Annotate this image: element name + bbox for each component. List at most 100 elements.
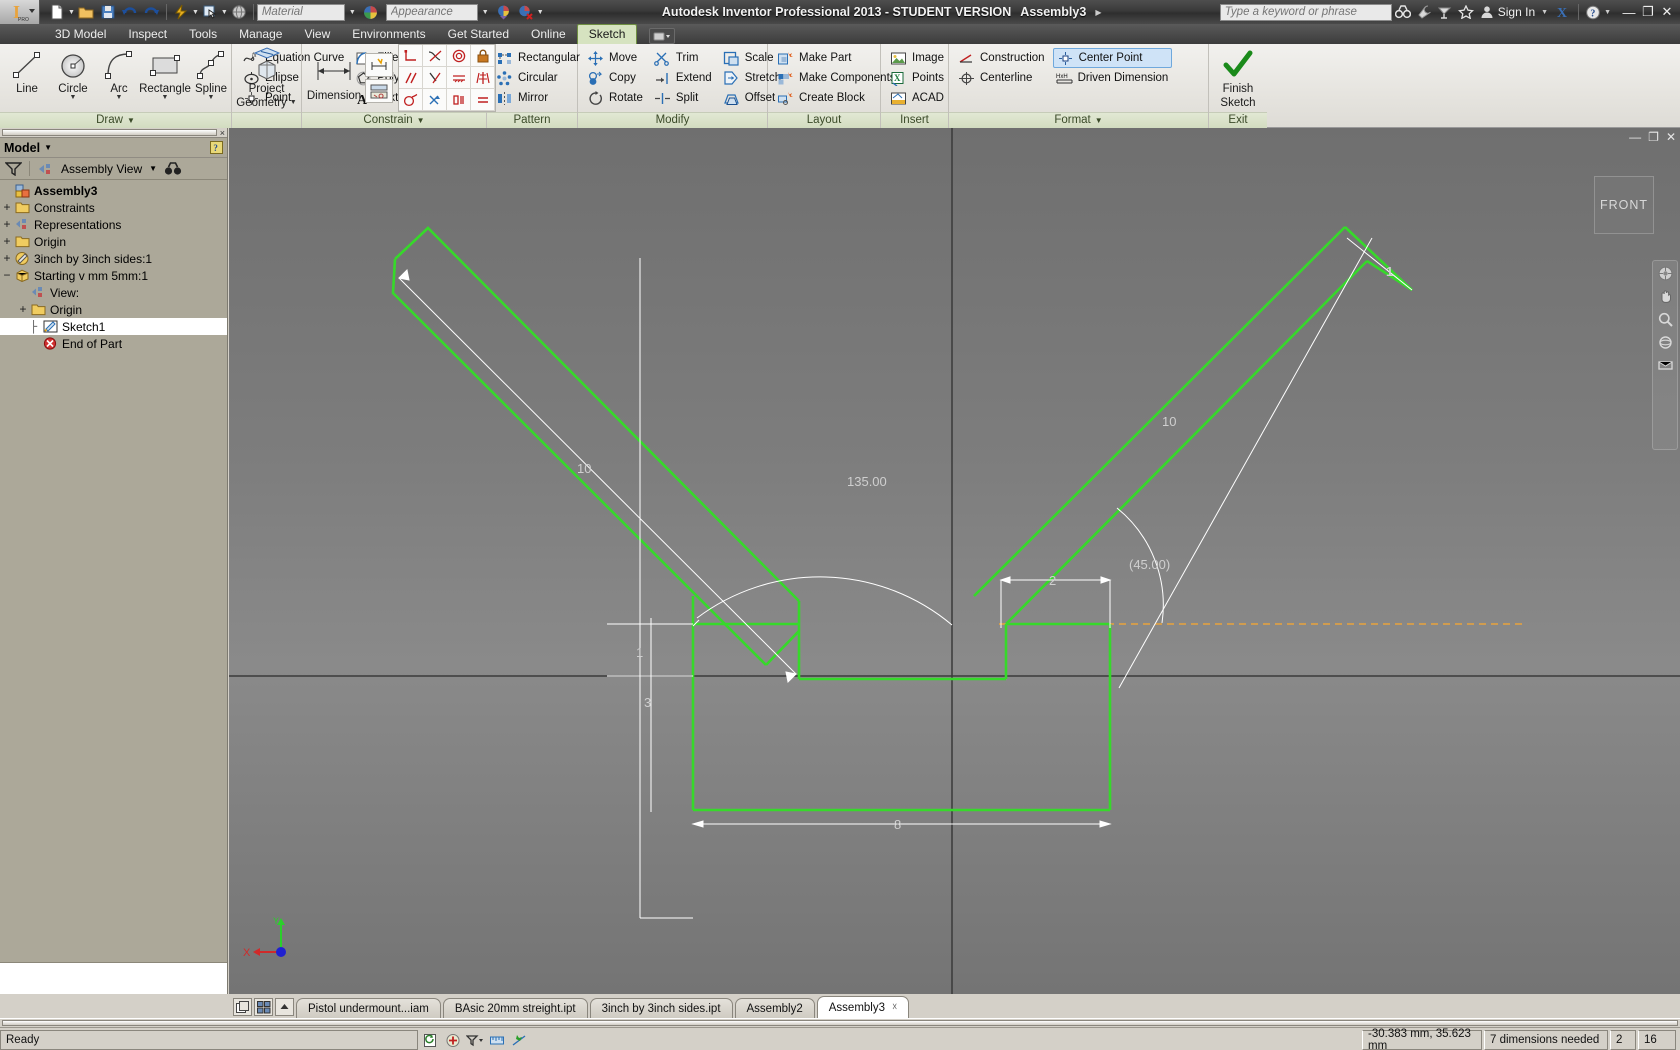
split-button[interactable]: Split (651, 88, 716, 108)
filter-icon[interactable] (464, 1030, 486, 1050)
spline-button[interactable]: Spline ▼ (188, 47, 234, 101)
tree-node-representations[interactable]: + Representations (0, 216, 227, 233)
update-button[interactable] (170, 2, 192, 22)
tree-node-3inch-sides[interactable]: + 3inch by 3inch sides:1 (0, 250, 227, 267)
rectangle-button[interactable]: Rectangle ▼ (139, 47, 191, 101)
graphics-minimize-button[interactable]: — (1629, 130, 1641, 144)
trim-button[interactable]: Trim (651, 48, 716, 68)
person-icon[interactable] (1477, 2, 1497, 22)
assembly-view-dropdown-icon[interactable]: ▼ (149, 164, 157, 173)
help-dropdown-icon[interactable]: ▼ (1604, 9, 1611, 16)
window-restore-button[interactable]: ❐ (1639, 3, 1657, 21)
undo-button[interactable] (119, 2, 141, 22)
window-minimize-button[interactable]: — (1620, 3, 1638, 21)
tree-expander[interactable]: − (0, 269, 14, 283)
tree-node-starting-v-mm[interactable]: − Starting v mm 5mm:1 (0, 267, 227, 284)
tree-node-sketch1[interactable]: ├ Sketch1 (0, 318, 227, 335)
wrench-icon[interactable] (1414, 2, 1434, 22)
finish-sketch-button[interactable]: Finish Sketch (1215, 47, 1261, 109)
graphics-restore-button[interactable]: ❐ (1648, 130, 1659, 144)
tree-expander[interactable]: + (0, 201, 14, 215)
panel-title-draw[interactable]: Draw ▼ (0, 112, 231, 128)
construction-button[interactable]: Construction (955, 48, 1049, 68)
title-overflow-icon[interactable]: ▶ (1095, 8, 1101, 17)
doc-tab-3inch-sides[interactable]: 3inch by 3inch sides.ipt (589, 998, 733, 1018)
browser-find-binoculars-icon[interactable] (164, 161, 182, 176)
auto-dimension-button[interactable] (365, 53, 393, 77)
tab-3d-model[interactable]: 3D Model (44, 25, 117, 44)
project-geometry-caret-icon[interactable]: ▼ (290, 99, 297, 106)
satellite-dish-icon[interactable] (1435, 2, 1455, 22)
open-file-button[interactable] (75, 2, 97, 22)
concentric-constraint-button[interactable] (447, 45, 471, 67)
measure-icon[interactable] (486, 1030, 508, 1050)
clear-appearance-button[interactable] (515, 2, 537, 22)
parameters-button[interactable] (228, 2, 250, 22)
material-field[interactable] (256, 3, 345, 21)
sign-in-dropdown-icon[interactable]: ▼ (1541, 9, 1548, 16)
panel-title-constrain[interactable]: Constrain ▼ (302, 112, 486, 128)
circle-caret-icon[interactable]: ▼ (70, 94, 77, 101)
smooth-constraint-button[interactable] (399, 89, 423, 111)
copy-button[interactable]: Copy (584, 68, 647, 88)
doc-tab-pistol-undermount[interactable]: Pistol undermount...iam (296, 998, 441, 1018)
assembly-view-selector[interactable]: Assembly View (61, 162, 142, 176)
steering-wheel-icon[interactable] (1657, 265, 1674, 282)
tab-sketch[interactable]: Sketch (576, 24, 638, 44)
hand-icon[interactable] (1657, 288, 1674, 305)
tab-tools[interactable]: Tools (178, 25, 228, 44)
rectangular-pattern-button[interactable]: Rectangular (493, 48, 584, 68)
filter-funnel-icon[interactable] (5, 161, 22, 176)
line-button[interactable]: Line (4, 47, 50, 95)
snap-icon[interactable] (508, 1030, 530, 1050)
extend-button[interactable]: Extend (651, 68, 716, 88)
scroll-tabs-up-button[interactable] (275, 998, 294, 1016)
appearance-dropdown-icon[interactable]: ▼ (482, 9, 489, 16)
circular-pattern-button[interactable]: Circular (493, 68, 584, 88)
binoculars-icon[interactable] (1393, 2, 1413, 22)
select-button[interactable] (199, 2, 221, 22)
browser-scroll-close-icon[interactable]: × (220, 128, 225, 138)
tree-node-constraints[interactable]: + Constraints (0, 199, 227, 216)
dimension-button[interactable]: Dimension (306, 54, 362, 102)
arc-button[interactable]: Arc ▼ (96, 47, 142, 101)
new-file-button[interactable] (46, 2, 68, 22)
tab-manage[interactable]: Manage (228, 25, 293, 44)
save-file-button[interactable] (97, 2, 119, 22)
sketch-geometry[interactable]: 10 135.00 10 1 (45.00) 2 1 3 8 (229, 128, 1680, 994)
material-color-icon[interactable] (360, 2, 382, 22)
view-cube[interactable]: FRONT (1594, 176, 1654, 234)
doc-tab-basic-20mm[interactable]: BAsic 20mm streight.ipt (442, 998, 588, 1018)
redo-button[interactable] (141, 2, 163, 22)
application-menu-button[interactable]: I PRO (0, 0, 40, 24)
search-input[interactable] (1219, 3, 1392, 21)
tree-node-part-origin[interactable]: + Origin (0, 301, 227, 318)
browser-help-icon[interactable]: ? (210, 141, 223, 154)
tab-environments[interactable]: Environments (341, 25, 436, 44)
tree-node-assembly3[interactable]: Assembly3 (0, 182, 227, 199)
browser-title-dropdown-icon[interactable]: ▼ (44, 143, 52, 152)
tree-expander[interactable]: + (16, 303, 30, 317)
rotate-button[interactable]: Rotate (584, 88, 647, 108)
magnifier-icon[interactable] (1657, 311, 1674, 328)
doc-tab-close-icon[interactable]: ☓ (892, 1002, 897, 1013)
rectangle-caret-icon[interactable]: ▼ (162, 94, 169, 101)
spline-caret-icon[interactable]: ▼ (208, 94, 215, 101)
star-icon[interactable] (1456, 2, 1476, 22)
material-dropdown-icon[interactable]: ▼ (349, 9, 356, 16)
tree-expander[interactable]: + (0, 252, 14, 266)
orbit-icon[interactable] (1657, 334, 1674, 351)
panel-title-format[interactable]: Format ▼ (949, 112, 1208, 128)
question-circle-icon[interactable]: ? (1583, 2, 1603, 22)
doctor-icon[interactable] (442, 1030, 464, 1050)
tab-online[interactable]: Online (520, 25, 577, 44)
tree-node-end-of-part[interactable]: End of Part (0, 335, 227, 352)
appearance-extra-dropdown-icon[interactable]: ▼ (537, 9, 544, 16)
appearance-color-icon[interactable] (493, 2, 515, 22)
select-dropdown-icon[interactable]: ▼ (221, 9, 228, 16)
horizontal-constraint-button[interactable] (423, 89, 447, 111)
vertical-constraint-button[interactable] (447, 89, 471, 111)
image-button[interactable]: Image (887, 48, 948, 68)
tree-expander[interactable]: + (0, 235, 14, 249)
show-constraints-button[interactable] (365, 79, 393, 103)
